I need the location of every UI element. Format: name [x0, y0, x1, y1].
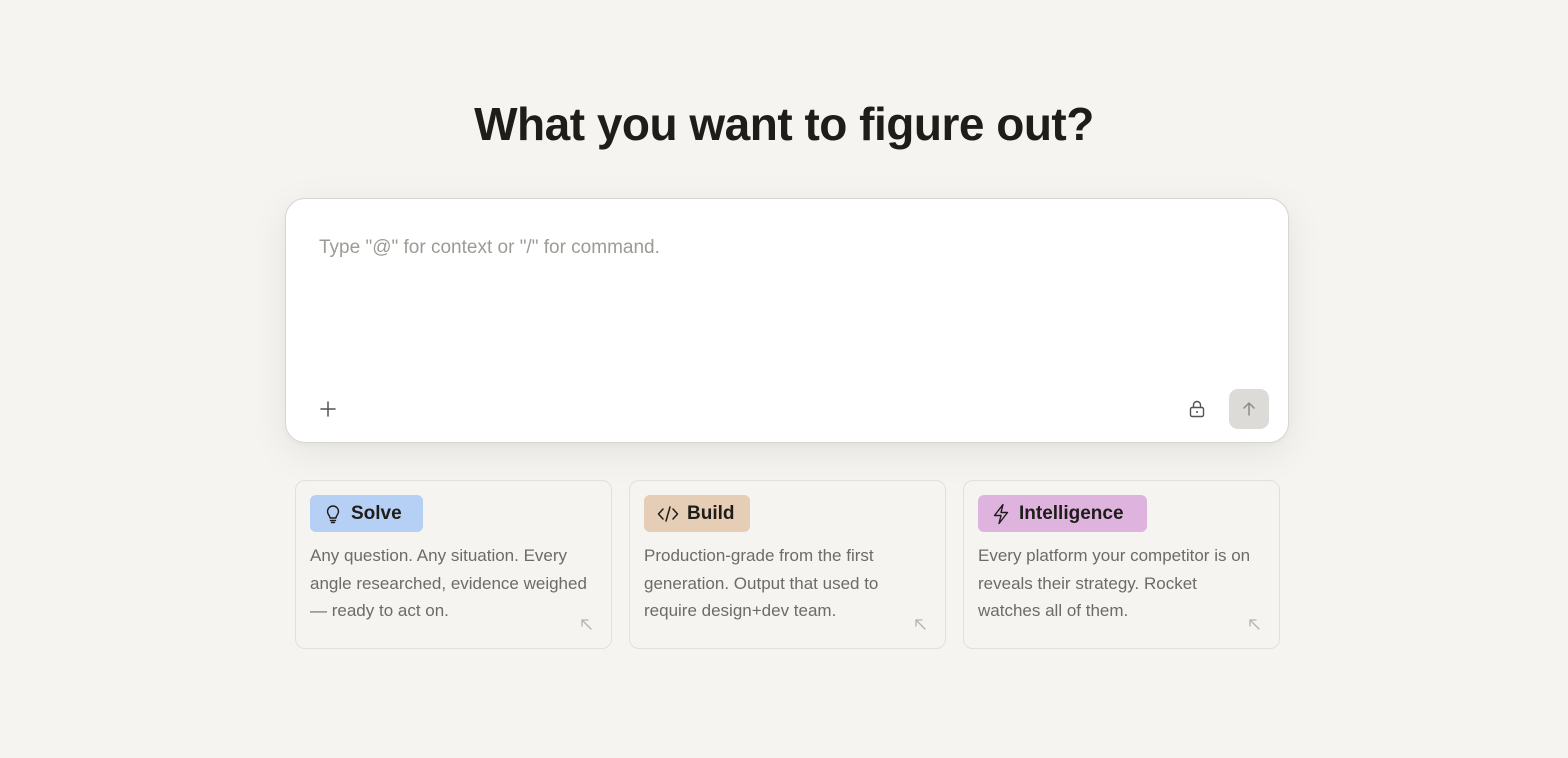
card-intelligence[interactable]: Intelligence Every platform your competi… — [963, 480, 1280, 649]
composer — [285, 198, 1289, 443]
card-label: Intelligence — [1019, 502, 1124, 524]
card-tag-build: Build — [644, 495, 750, 532]
card-build[interactable]: Build Production-grade from the first ge… — [629, 480, 946, 649]
arrow-up-icon — [1243, 402, 1255, 416]
arrow-up-left-icon — [581, 619, 592, 630]
card-description: Every platform your competitor is on rev… — [978, 546, 1251, 620]
card-solve[interactable]: Solve Any question. Any situation. Every… — [295, 480, 612, 649]
card-tag-intelligence: Intelligence — [978, 495, 1147, 532]
page: What you want to figure out? Type "@" fo… — [0, 0, 1568, 758]
arrow-up-left-icon — [915, 619, 926, 630]
page-title: What you want to figure out? — [474, 98, 1094, 150]
arrow-up-left-icon — [1249, 619, 1260, 630]
card-description: Any question. Any situation. Every angle… — [310, 546, 587, 620]
send-button[interactable] — [1229, 389, 1269, 429]
card-label: Solve — [351, 502, 402, 524]
card-label: Build — [687, 502, 735, 524]
suggestion-cards: Solve Any question. Any situation. Every… — [295, 480, 1281, 649]
lightning-icon — [991, 503, 1011, 525]
card-description: Production-grade from the first generati… — [644, 546, 879, 620]
prompt-input[interactable] — [319, 237, 1249, 357]
plus-icon — [320, 401, 336, 417]
add-context-button[interactable] — [314, 395, 342, 423]
card-tag-solve: Solve — [310, 495, 423, 532]
privacy-lock-button[interactable] — [1183, 395, 1211, 423]
lock-icon — [1189, 400, 1205, 418]
lightbulb-icon — [323, 504, 343, 524]
code-icon — [657, 504, 679, 524]
